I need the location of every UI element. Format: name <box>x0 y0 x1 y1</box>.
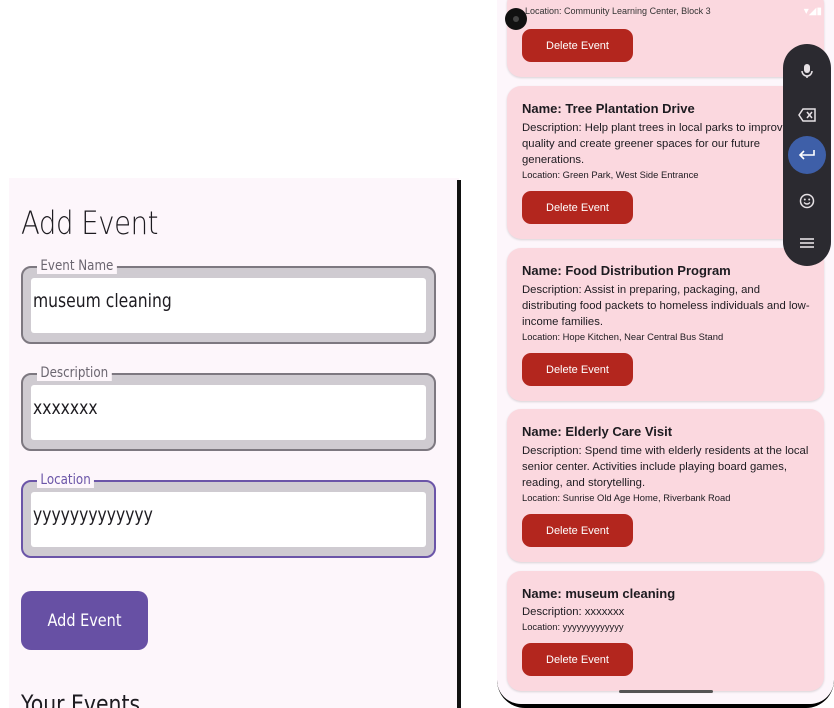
delete-event-button[interactable]: Delete Event <box>522 643 633 676</box>
description-value: xxxxxxx <box>33 397 98 419</box>
enter-icon[interactable] <box>788 136 826 174</box>
emoji-icon[interactable] <box>783 186 831 216</box>
event-card: Name: Elderly Care Visit Description: Sp… <box>507 409 824 562</box>
delete-event-button[interactable]: Delete Event <box>522 353 633 386</box>
delete-event-button[interactable]: Delete Event <box>522 191 633 224</box>
event-card: Name: museum cleaning Description: xxxxx… <box>507 571 824 691</box>
delete-event-button[interactable]: Delete Event <box>522 29 633 62</box>
event-name: Name: Food Distribution Program <box>522 263 731 278</box>
event-location: Location: Hope Kitchen, Near Central Bus… <box>522 331 724 342</box>
location-value: yyyyyyyyyyyyy <box>33 504 153 526</box>
location-label: Location <box>37 472 95 488</box>
event-name: Name: Tree Plantation Drive <box>522 101 695 116</box>
phone-screen: Delete Event Name: Tree Plantation Drive… <box>497 0 834 704</box>
event-description: Description: xxxxxxx <box>522 606 625 618</box>
event-name-value: museum cleaning <box>33 290 172 312</box>
event-description: Description: Help plant trees in local p… <box>522 122 805 166</box>
description-label: Description <box>37 365 112 381</box>
partial-location-text: Location: Community Learning Center, Blo… <box>525 6 711 16</box>
add-event-button-label: Add Event <box>47 610 122 631</box>
event-name-field[interactable]: Event Name museum cleaning <box>21 258 436 344</box>
delete-event-button[interactable]: Delete Event <box>522 514 633 547</box>
status-bar: Location: Community Learning Center, Blo… <box>497 0 834 30</box>
divider <box>457 180 461 708</box>
event-description: Description: Assist in preparing, packag… <box>522 284 810 328</box>
microphone-icon[interactable] <box>783 56 831 86</box>
navigation-handle[interactable] <box>619 690 713 693</box>
page-title: Add Event <box>21 204 158 242</box>
event-location: Location: yyyyyyyyyyyyy <box>522 621 624 632</box>
add-event-button[interactable]: Add Event <box>21 591 148 650</box>
event-description: Description: Spend time with elderly res… <box>522 445 809 489</box>
menu-icon[interactable] <box>783 228 831 258</box>
event-name: Name: museum cleaning <box>522 586 676 601</box>
signal-icon: ▾◢▮ <box>803 6 822 17</box>
camera-cutout <box>505 8 527 30</box>
event-card: Name: Food Distribution Program Descript… <box>507 248 824 401</box>
backspace-icon[interactable] <box>783 100 831 130</box>
description-field[interactable]: Description xxxxxxx <box>21 365 436 451</box>
keyboard-toolbar <box>783 44 831 266</box>
event-name-label: Event Name <box>37 258 117 274</box>
your-events-heading: Your Events <box>21 690 141 708</box>
event-location: Location: Sunrise Old Age Home, Riverban… <box>522 492 731 503</box>
phone-frame: Delete Event Name: Tree Plantation Drive… <box>497 0 834 708</box>
location-field[interactable]: Location yyyyyyyyyyyyy <box>21 472 436 558</box>
event-name: Name: Elderly Care Visit <box>522 424 673 439</box>
event-location: Location: Green Park, West Side Entrance <box>522 169 699 180</box>
add-event-panel: Add Event Event Name museum cleaning Des… <box>9 178 459 708</box>
event-card: Name: Tree Plantation Drive Description:… <box>507 86 824 239</box>
